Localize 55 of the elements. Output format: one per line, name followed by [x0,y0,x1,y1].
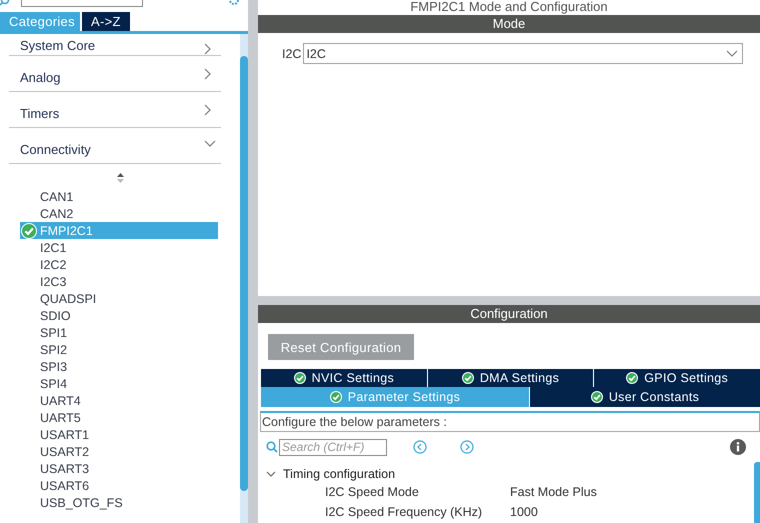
check-icon [294,372,306,384]
search-field[interactable]: Search (Ctrl+F) [279,438,387,456]
tab[interactable]: User Constants [530,387,760,407]
tab[interactable]: DMA Settings [428,369,594,387]
peripheral-item[interactable]: SPI3 [20,358,218,375]
peripheral-item[interactable]: CAN1 [20,188,218,205]
section-header: Configuration [258,305,760,323]
peripheral-item[interactable]: USART2 [20,443,218,460]
tree-group[interactable]: Timing configuration [258,466,754,482]
peripheral-item[interactable]: USART1 [20,426,218,443]
tab[interactable]: NVIC Settings [261,369,428,387]
field-label: I2C [282,46,302,60]
chevron-down-icon [726,50,738,57]
peripheral-item[interactable]: CAN2 [20,205,218,222]
check-icon [462,372,474,384]
category-item[interactable]: Connectivity [9,128,221,164]
peripheral-item[interactable]: QUADSPI [20,290,218,307]
peripheral-item[interactable]: USART6 [20,477,218,494]
parameter-value[interactable]: Fast Mode Plus [510,485,597,499]
peripheral-item[interactable]: SPI4 [20,375,218,392]
tab[interactable]: A->Z [82,12,130,31]
previous-icon [413,440,427,454]
splitter[interactable] [248,0,258,523]
search-icon [0,0,10,8]
peripheral-item[interactable]: SPI2 [20,341,218,358]
peripheral-item[interactable]: UART4 [20,392,218,409]
peripheral-item[interactable]: USB_OTG_FS [20,494,218,511]
peripheral-item[interactable]: SDIO [20,307,218,324]
check-icon [590,391,603,403]
peripheral-item[interactable]: I2C3 [20,273,218,290]
category-item[interactable]: Analog [9,56,221,92]
search-field[interactable] [21,0,143,7]
peripheral-item[interactable]: SPI1 [20,324,218,341]
parameter-value[interactable]: 1000 [510,505,538,519]
peripheral-item[interactable]: I2C2 [20,256,218,273]
parameter-name: I2C Speed Mode [325,485,420,499]
tab[interactable]: GPIO Settings [594,369,760,387]
info-icon [730,439,746,455]
scrollbar[interactable] [754,462,760,523]
check-icon [626,372,638,384]
parameter-name: I2C Speed Frequency (KHz) [325,505,484,519]
dropdown[interactable]: I2C [303,43,744,64]
section-header: Mode [258,15,760,33]
peripheral-item[interactable]: I2C1 [20,239,218,256]
check-icon [21,222,37,238]
search-icon [266,441,278,453]
category-item[interactable]: System Core [9,34,221,56]
panel-title: FMPI2C1 Mode and Configuration [410,0,608,14]
category-item[interactable]: Timers [9,92,221,128]
description-text: Configure the below parameters : [260,411,760,432]
peripheral-item[interactable]: USART3 [20,460,218,477]
peripheral-item[interactable]: UART5 [20,409,218,426]
check-icon [330,391,342,403]
sort-icon [116,173,124,183]
next-icon [460,440,474,454]
